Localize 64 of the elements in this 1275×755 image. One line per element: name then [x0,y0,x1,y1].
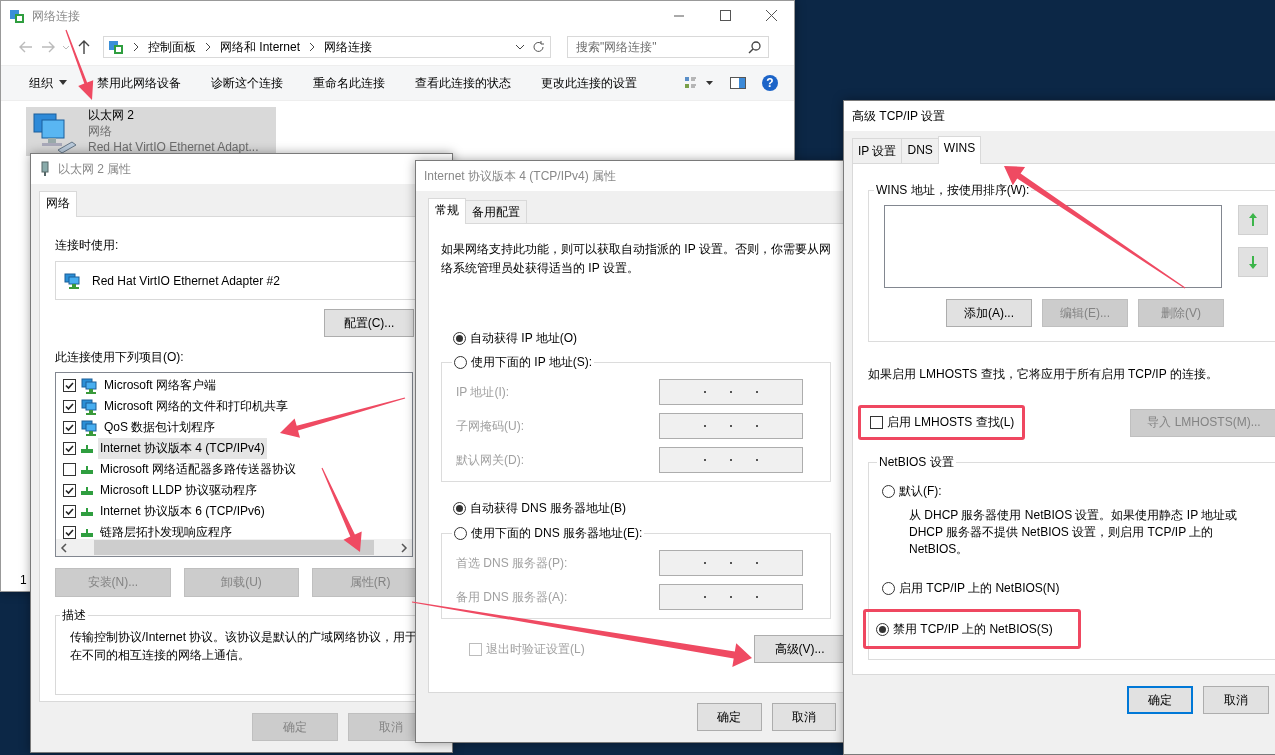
list-label: 此连接使用下列项目(O): [55,349,185,366]
advanced-button[interactable]: 高级(V)... [754,635,845,663]
tab[interactable]: WINS [937,136,982,164]
connection-name: 以太网 2 [88,108,135,123]
list-item[interactable]: Microsoft LLDP 协议驱动程序 [98,480,260,501]
connection-status: 网络 [88,124,113,139]
window-title: 以太网 2 属性 [58,160,132,178]
group-label: 描述 [61,607,87,624]
field-label: 默认网关(D): [456,451,525,469]
info-text: 如果启用 LMHOSTS 查找，它将应用于所有启用 TCP/IP 的连接。 [868,366,1219,383]
radio-label[interactable]: 自动获得 DNS 服务器地址(B) [470,499,626,517]
field-label: IP 地址(I): [456,383,511,401]
description-text: 传输控制协议/Internet 协议。该协议是默认的广域网络协议，用于在不同的相互连接的网络上通信。 [70,629,419,664]
add-button[interactable]: 添加(A)... [946,299,1032,327]
configure-button[interactable]: 配置(C)... [324,309,414,337]
cancel-button[interactable]: 取消 [1203,686,1269,714]
ok-button[interactable]: 确定 [697,703,762,731]
search-field[interactable]: 搜索"网络连接" [567,36,769,58]
breadcrumb-item[interactable]: 网络和 Internet [220,38,301,56]
radio-label[interactable]: 启用 TCP/IP 上的 NetBIOS(N) [899,579,1060,597]
connection-item[interactable]: 以太网 2 网络 Red Hat VirtIO Ethernet Adapt... [26,107,276,156]
checkbox-label[interactable]: 启用 LMHOSTS 查找(L) [887,414,1015,431]
list-item[interactable]: QoS 数据包计划程序 [102,417,218,438]
cancel-button[interactable]: 取消 [771,703,836,731]
item-count: 1 [20,573,27,587]
list-item[interactable]: Microsoft 网络的文件和打印机共享 [102,396,290,417]
address-bar[interactable]: 控制面板 网络和 Internet 网络连接 [103,36,551,58]
radio-label[interactable]: 自动获得 IP 地址(O) [470,329,578,347]
window-title: 网络连接 [32,7,80,25]
radio-label[interactable]: 默认(F): [899,482,942,500]
list-item[interactable]: Microsoft 网络客户端 [102,375,218,396]
breadcrumb-item[interactable]: 网络连接 [324,38,373,56]
intro-text: 如果网络支持此功能，则可以获取自动指派的 IP 设置。否则，你需要从网络系统管理员处获得适当的 IP 设置。 [441,241,831,277]
toolbar-command[interactable]: 重命名此连接 [313,70,385,96]
radio-label[interactable]: 禁用 TCP/IP 上的 NetBIOS(S) [893,620,1053,638]
tab[interactable]: IP 设置 [852,138,903,163]
toolbar-command[interactable]: 更改此连接的设置 [541,70,637,96]
option-description: 从 DHCP 服务器使用 NetBIOS 设置。如果使用静态 IP 地址或 DHCP 服务器不提供 NetBIOS 设置，则启用 TCP/IP 上的 NetBIOS。 [908,507,1239,558]
list-item[interactable]: Internet 协议版本 4 (TCP/IPv4) [98,438,267,459]
list-item[interactable]: Internet 协议版本 6 (TCP/IPv6) [98,501,267,522]
field-label: 首选 DNS 服务器(P): [456,554,569,572]
adapter-name: Red Hat VirtIO Ethernet Adapt... [88,140,259,155]
list-item[interactable]: Microsoft 网络适配器多路传送器协议 [98,459,298,480]
field-label: 连接时使用: [55,237,120,254]
radio-label[interactable]: 使用下面的 DNS 服务器地址(E): [471,525,643,542]
tab[interactable]: 常规 [428,198,466,224]
radio-label[interactable]: 使用下面的 IP 地址(S): [471,354,593,371]
window-title: 高级 TCP/IP 设置 [852,107,946,125]
ok-button[interactable]: 确定 [1127,686,1194,714]
breadcrumb-item[interactable]: 控制面板 [148,38,196,56]
tab[interactable]: 备用配置 [465,200,527,223]
field-label: 子网掩码(U): [456,417,525,435]
toolbar-command[interactable]: 诊断这个连接 [211,70,283,96]
group-label: WINS 地址，按使用排序(W): [875,182,1031,199]
organize-menu[interactable]: 组织 [29,70,67,96]
help-icon[interactable]: ? [762,75,778,91]
field-label: 备用 DNS 服务器(A): [456,588,569,606]
toolbar-command[interactable]: 查看此连接的状态 [415,70,511,96]
tab[interactable]: 网络 [39,191,77,217]
toolbar-command[interactable]: 禁用此网络设备 [97,70,181,96]
list-item[interactable]: 链路层拓扑发现响应程序 [98,522,234,540]
adapter-name: Red Hat VirtIO Ethernet Adapter #2 [92,273,280,288]
window-title: Internet 协议版本 4 (TCP/IPv4) 属性 [424,167,617,185]
group-label: NetBIOS 设置 [878,454,955,471]
